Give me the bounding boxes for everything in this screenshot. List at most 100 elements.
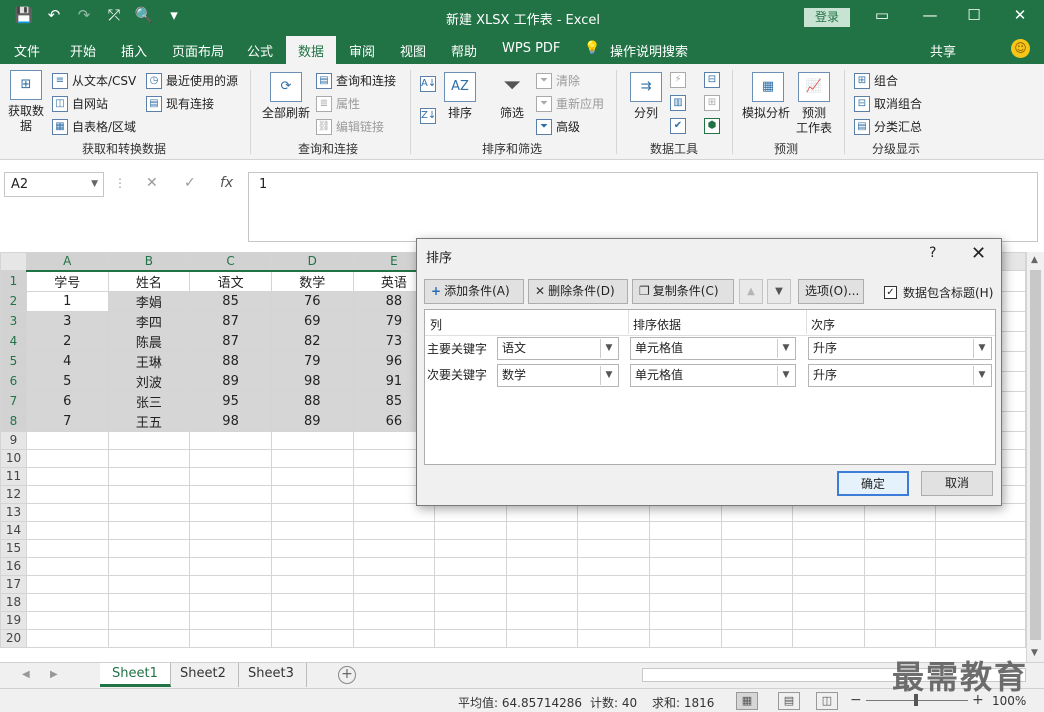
select-all-corner[interactable] [0,252,27,271]
cell[interactable]: 张三 [107,390,191,412]
cell[interactable] [577,610,651,630]
cell[interactable] [505,628,579,648]
ribbon-options-icon[interactable]: ▭ [872,6,892,24]
row-header[interactable]: 19 [0,610,27,630]
cell[interactable] [189,538,272,558]
cell[interactable] [270,520,354,540]
cell[interactable] [863,628,937,648]
login-button[interactable]: 登录 [804,8,850,27]
cell[interactable] [107,574,191,594]
cell[interactable] [792,520,865,540]
tab-formulas[interactable]: 公式 [247,41,273,60]
column-header[interactable]: A [25,252,109,272]
customize-icon[interactable]: ▾ [164,6,184,24]
cell[interactable]: 姓名 [107,270,191,292]
row-header[interactable]: 7 [0,390,27,412]
cell[interactable] [270,538,354,558]
add-sheet-icon[interactable]: + [338,666,356,684]
scrollbar-thumb[interactable] [1030,270,1041,640]
row-header[interactable]: 11 [0,466,27,486]
sort-ascending-button[interactable]: A↓ [420,76,436,92]
cell[interactable] [935,520,1026,540]
what-if-analysis-button[interactable]: 模拟分析 [738,106,794,121]
help-icon[interactable]: ? [929,245,936,261]
tab-page-layout[interactable]: 页面布局 [172,41,224,60]
cell[interactable] [720,520,794,540]
cell[interactable] [720,538,794,558]
share-button[interactable]: 共享 [930,41,956,60]
cell[interactable]: 69 [270,310,354,332]
cell[interactable] [189,574,272,594]
cell[interactable] [577,520,651,540]
tab-home[interactable]: 开始 [70,41,96,60]
cancel-entry-icon[interactable]: ✕ [146,175,158,191]
cell[interactable] [107,520,191,540]
cell[interactable] [270,484,354,504]
cell[interactable]: 7 [25,410,109,432]
page-break-view-icon[interactable]: ◫ [816,692,838,710]
chevron-down-icon[interactable]: ▼ [600,339,617,358]
filter-icon[interactable]: ⏷ [496,72,528,102]
cell[interactable] [107,448,191,468]
row-header[interactable]: 10 [0,448,27,468]
cell[interactable] [189,466,272,486]
cell[interactable] [25,556,109,576]
refresh-all-button[interactable]: 全部刷新 [258,106,314,121]
cell[interactable]: 76 [270,290,354,312]
cell[interactable] [352,592,436,612]
cell[interactable] [107,484,191,504]
cell[interactable]: 87 [189,330,272,352]
cell[interactable] [720,628,794,648]
forecast-sheet-icon[interactable]: 📈 [798,72,830,102]
cell[interactable] [792,628,865,648]
recent-sources-button[interactable]: ◷ 最近使用的源 [146,72,238,89]
cell[interactable] [189,556,272,576]
cell[interactable] [25,538,109,558]
row-header[interactable]: 17 [0,574,27,594]
cell[interactable] [25,430,109,450]
cell[interactable] [577,538,651,558]
scroll-up-icon[interactable]: ▲ [1031,255,1038,265]
cell[interactable] [863,538,937,558]
cell[interactable] [935,610,1026,630]
cell[interactable] [505,592,579,612]
cell[interactable]: 王五 [107,410,191,432]
from-table-button[interactable]: ▦ 自表格/区域 [52,118,136,135]
print-preview-icon[interactable]: 🔍 [134,6,154,24]
cell[interactable] [189,448,272,468]
relationships-icon[interactable]: ⊞ [704,95,720,111]
cell[interactable] [792,538,865,558]
row-header[interactable]: 9 [0,430,27,450]
page-layout-view-icon[interactable]: ▤ [778,692,800,710]
sort-icon[interactable]: AZ [444,72,476,102]
cell[interactable] [649,556,722,576]
cell[interactable] [270,430,354,450]
cell[interactable]: 2 [25,330,109,352]
cell[interactable] [649,610,722,630]
cell[interactable]: 4 [25,350,109,372]
cell[interactable] [352,538,436,558]
row-header[interactable]: 4 [0,330,27,352]
formula-input[interactable]: 1 [248,172,1038,242]
checkbox-checked-icon[interactable]: ✓ [884,286,897,299]
cell[interactable] [505,610,579,630]
refresh-all-icon[interactable]: ⟳ [270,72,302,102]
chevron-down-icon[interactable]: ▼ [973,339,990,358]
chevron-down-icon[interactable]: ▼ [973,366,990,385]
cell[interactable]: 数学 [270,270,354,292]
cell[interactable] [189,502,272,522]
has-header-checkbox[interactable]: ✓ 数据包含标题(H) [884,284,993,301]
cell[interactable] [720,592,794,612]
cell[interactable] [189,520,272,540]
options-button[interactable]: 选项(O)... [798,279,864,304]
cell[interactable]: 李四 [107,310,191,332]
sheet-tab-sheet2[interactable]: Sheet2 [168,663,239,687]
row-header[interactable]: 15 [0,538,27,558]
sheet-tab-sheet1[interactable]: Sheet1 [100,663,171,687]
add-condition-button[interactable]: + 添加条件(A) [424,279,524,304]
ok-button[interactable]: 确定 [837,471,909,496]
zoom-out-icon[interactable]: − [850,692,862,708]
chevron-down-icon[interactable]: ▼ [777,339,794,358]
cell[interactable] [189,628,272,648]
cell[interactable] [649,538,722,558]
